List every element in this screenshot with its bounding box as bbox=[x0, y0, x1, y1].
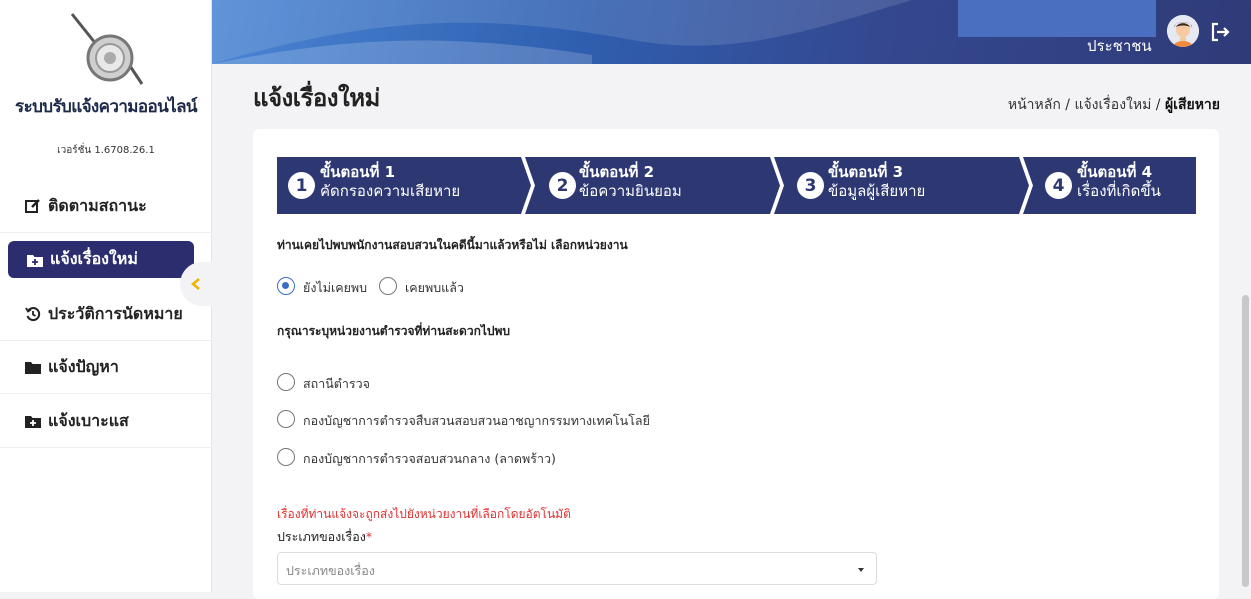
radio-label: สถานีตำรวจ bbox=[303, 376, 370, 391]
breadcrumb-separator: / bbox=[1151, 97, 1165, 113]
step-subtitle: คัดกรองความเสียหาย bbox=[320, 182, 461, 200]
radio-label: ยังไม่เคยพบ bbox=[303, 280, 368, 295]
step-1-number: 1 bbox=[288, 172, 315, 199]
radio-label: เคยพบแล้ว bbox=[405, 280, 464, 295]
folder-plus-icon bbox=[26, 251, 44, 269]
top-bar: ประชาชน bbox=[212, 0, 1251, 64]
case-type-label-text: ประเภทของเรื่อง bbox=[277, 529, 366, 544]
sidebar-item-label: ประวัติการนัดหมาย bbox=[48, 303, 183, 323]
breadcrumb-current: ผู้เสียหาย bbox=[1164, 97, 1220, 113]
required-mark: * bbox=[365, 529, 373, 544]
step-subtitle: เรื่องที่เกิดขึ้น bbox=[1077, 182, 1161, 200]
sidebar-item-report-tip[interactable]: แจ้งเบาะแส bbox=[0, 395, 212, 448]
sidebar-item-label: แจ้งเรื่องใหม่ bbox=[50, 249, 138, 268]
police-emblem-logo bbox=[70, 13, 144, 85]
app-title: ระบบรับแจ้งความออนไลน์ bbox=[15, 97, 197, 117]
breadcrumb-section[interactable]: แจ้งเรื่องใหม่ bbox=[1074, 97, 1151, 113]
step-2: ขั้นตอนที่ 2 ข้อความยินยอม bbox=[579, 163, 682, 201]
breadcrumb: หน้าหลัก / แจ้งเรื่องใหม่ / ผู้เสียหาย bbox=[1008, 94, 1220, 116]
step-4-number: 4 bbox=[1045, 172, 1072, 199]
sidebar-item-new-report[interactable]: แจ้งเรื่องใหม่ bbox=[8, 241, 194, 278]
scrollbar-thumb[interactable] bbox=[1242, 295, 1249, 587]
auto-forward-note: เรื่องที่ท่านแจ้งจะถูกส่งไปยังหน่วยงานที… bbox=[277, 507, 571, 521]
step-3-number: 3 bbox=[797, 172, 824, 199]
case-type-placeholder: ประเภทของเรื่อง bbox=[286, 563, 375, 578]
folder-plus-icon bbox=[24, 412, 42, 430]
radio-police-station[interactable] bbox=[277, 373, 295, 391]
breadcrumb-home[interactable]: หน้าหลัก bbox=[1008, 97, 1061, 113]
sidebar-item-appointment-history[interactable]: ประวัติการนัดหมาย bbox=[0, 288, 212, 341]
radio-not-yet-met[interactable] bbox=[277, 277, 295, 295]
sidebar-item-report-problem[interactable]: แจ้งปัญหา bbox=[0, 341, 212, 394]
radio-label: กองบัญชาการตำรวจสืบสวนสอบสวนอาชญากรรมทาง… bbox=[303, 413, 650, 428]
sidebar: ระบบรับแจ้งความออนไลน์ เวอร์ชั่น 1.6708.… bbox=[0, 0, 212, 592]
step-1: ขั้นตอนที่ 1 คัดกรองความเสียหาย bbox=[320, 163, 460, 201]
app-version: เวอร์ชั่น 1.6708.26.1 bbox=[57, 145, 155, 156]
case-type-select[interactable]: ประเภทของเรื่อง bbox=[277, 552, 877, 585]
page-title: แจ้งเรื่องใหม่ bbox=[253, 84, 380, 112]
question-met-investigator: ท่านเคยไปพบพนักงานสอบสวนในคดีนี้มาแล้วหร… bbox=[277, 238, 628, 252]
user-info-panel bbox=[958, 0, 1156, 37]
step-title: ขั้นตอนที่ 3 bbox=[828, 163, 904, 181]
breadcrumb-separator: / bbox=[1060, 97, 1075, 113]
step-title: ขั้นตอนที่ 2 bbox=[579, 163, 655, 181]
radio-already-met[interactable] bbox=[379, 277, 397, 295]
step-3: ขั้นตอนที่ 3 ข้อมูลผู้เสียหาย bbox=[828, 163, 925, 201]
step-title: ขั้นตอนที่ 4 bbox=[1077, 163, 1153, 181]
radio-cyber-crime-bureau[interactable] bbox=[277, 410, 295, 428]
step-4: ขั้นตอนที่ 4 เรื่องที่เกิดขึ้น bbox=[1077, 163, 1161, 201]
step-subtitle: ข้อมูลผู้เสียหาย bbox=[828, 182, 926, 200]
question-select-police-unit: กรุณาระบุหน่วยงานตำรวจที่ท่านสะดวกไปพบ bbox=[277, 324, 511, 338]
radio-central-investigation-bureau[interactable] bbox=[277, 448, 295, 466]
user-avatar[interactable] bbox=[1167, 15, 1199, 47]
sidebar-item-track-status[interactable]: ติดตามสถานะ bbox=[0, 180, 212, 233]
case-type-label: ประเภทของเรื่อง* bbox=[277, 527, 372, 547]
sidebar-item-label: แจ้งเบาะแส bbox=[48, 410, 129, 430]
step-progress-bar: 1 ขั้นตอนที่ 1 คัดกรองความเสียหาย 2 ขั้น… bbox=[277, 157, 1196, 214]
history-icon bbox=[24, 305, 42, 323]
logout-icon[interactable] bbox=[1209, 21, 1231, 43]
step-2-number: 2 bbox=[549, 172, 576, 199]
edit-icon bbox=[24, 197, 42, 215]
caret-down-icon bbox=[858, 568, 864, 572]
avatar-icon bbox=[1167, 15, 1199, 47]
sidebar-item-label: แจ้งปัญหา bbox=[48, 356, 119, 376]
sidebar-item-label: ติดตามสถานะ bbox=[48, 195, 147, 215]
user-name: ประชาชน bbox=[1087, 37, 1152, 55]
chevron-left-icon bbox=[191, 278, 200, 290]
step-title: ขั้นตอนที่ 1 bbox=[320, 163, 396, 181]
radio-label: กองบัญชาการตำรวจสอบสวนกลาง (ลาดพร้าว) bbox=[303, 451, 556, 466]
folder-icon bbox=[24, 358, 42, 376]
step-subtitle: ข้อความยินยอม bbox=[579, 182, 682, 200]
